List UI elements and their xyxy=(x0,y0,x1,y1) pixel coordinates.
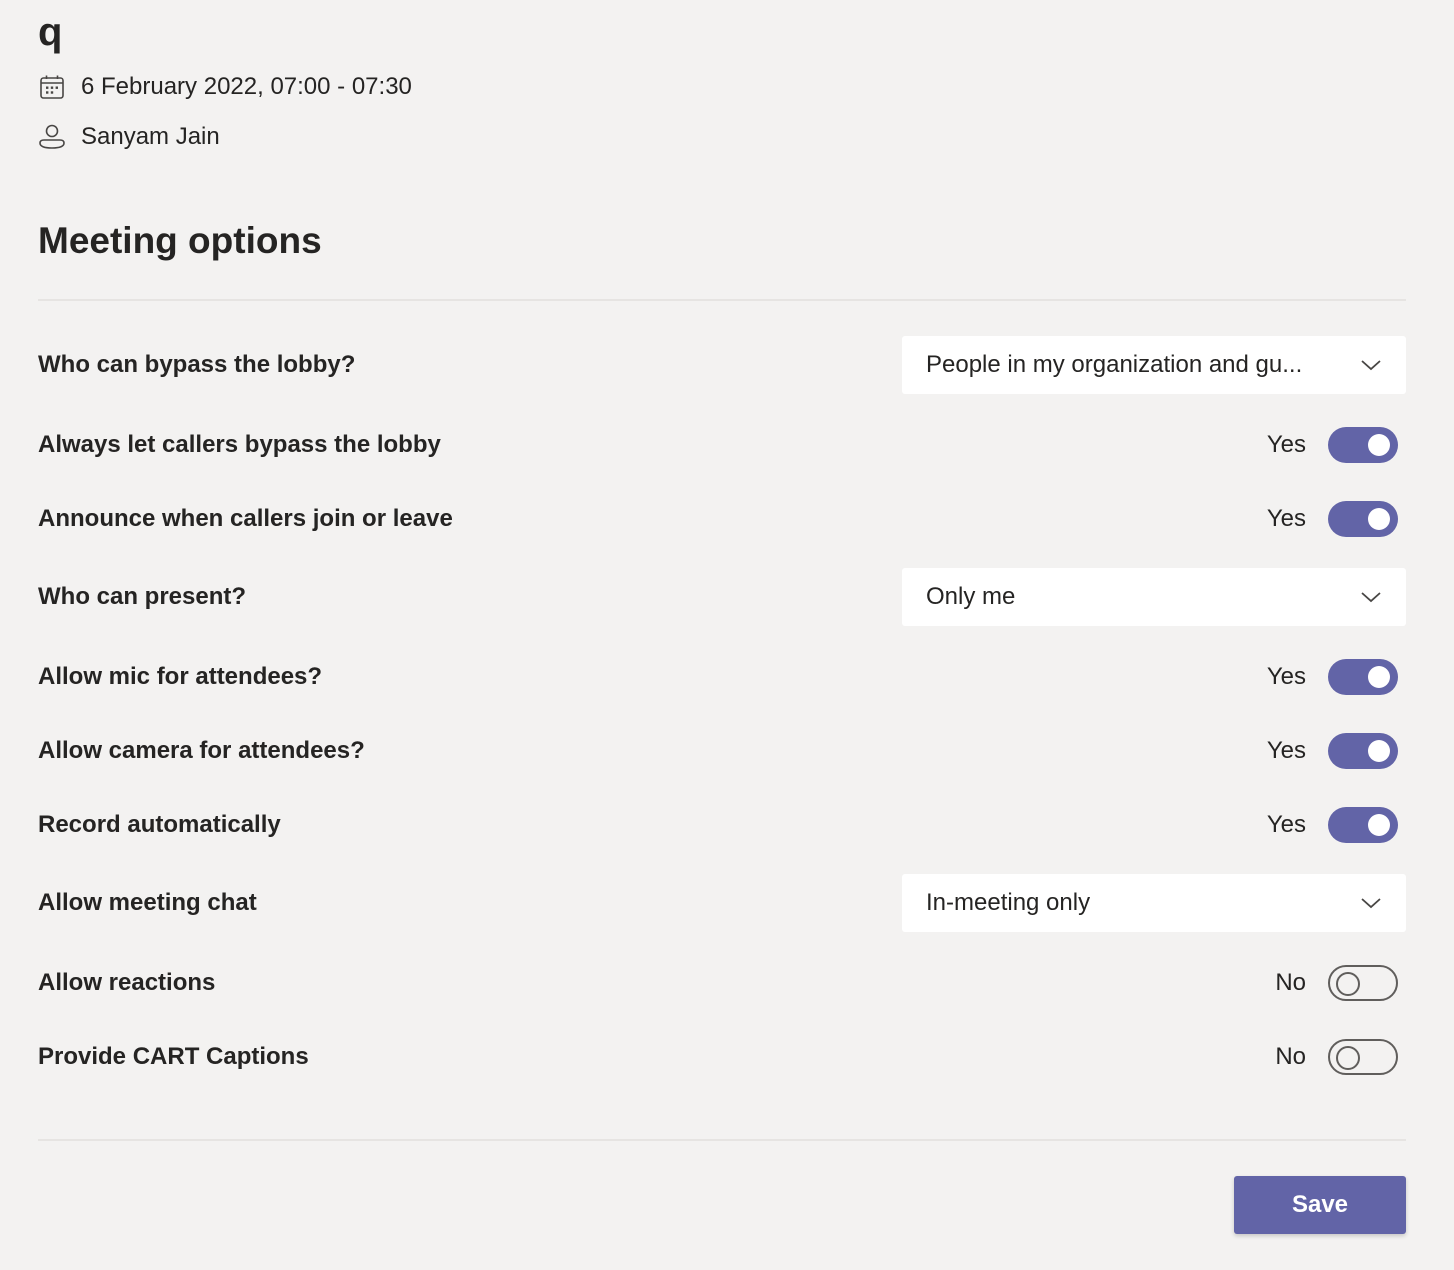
allow-reactions-toggle[interactable] xyxy=(1328,965,1398,1001)
option-label: Record automatically xyxy=(38,811,281,838)
toggle-state-text: Yes xyxy=(1266,505,1306,532)
option-label: Always let callers bypass the lobby xyxy=(38,431,441,458)
option-label: Allow camera for attendees? xyxy=(38,737,365,764)
option-label: Who can present? xyxy=(38,583,247,610)
save-button[interactable]: Save xyxy=(1234,1176,1406,1234)
toggle-state-text: Yes xyxy=(1266,431,1306,458)
divider xyxy=(38,299,1406,301)
meeting-chat-dropdown[interactable]: In-meeting only xyxy=(902,874,1406,932)
option-label: Provide CART Captions xyxy=(38,1043,309,1070)
option-label: Allow mic for attendees? xyxy=(38,663,323,690)
option-row-allow-mic: Allow mic for attendees? Yes xyxy=(38,659,1406,695)
option-label: Allow meeting chat xyxy=(38,889,257,916)
toggle-group: Yes xyxy=(1267,807,1398,843)
calendar-icon xyxy=(38,73,66,101)
chevron-down-icon xyxy=(1360,590,1382,604)
meeting-organizer-text: Sanyam Jain xyxy=(81,123,220,150)
option-label: Announce when callers join or leave xyxy=(38,505,453,532)
toggle-knob xyxy=(1368,508,1390,530)
option-row-callers-bypass: Always let callers bypass the lobby Yes xyxy=(38,427,1406,463)
cart-captions-toggle[interactable] xyxy=(1328,1039,1398,1075)
toggle-state-text: Yes xyxy=(1266,663,1306,690)
chevron-down-icon xyxy=(1360,896,1382,910)
dropdown-value: Only me xyxy=(926,583,1016,610)
divider xyxy=(38,1139,1406,1141)
toggle-group: Yes xyxy=(1267,427,1398,463)
toggle-state-text: Yes xyxy=(1266,737,1306,764)
option-row-meeting-chat: Allow meeting chat In-meeting only xyxy=(38,874,1406,932)
option-row-allow-reactions: Allow reactions No xyxy=(38,965,1406,1001)
toggle-knob xyxy=(1336,972,1360,996)
option-label: Allow reactions xyxy=(38,969,216,996)
dropdown-value: In-meeting only xyxy=(926,889,1091,916)
dropdown-value: People in my organization and gu... xyxy=(926,351,1303,378)
toggle-group: No xyxy=(1275,1039,1398,1075)
option-row-allow-camera: Allow camera for attendees? Yes xyxy=(38,733,1406,769)
meeting-date-row: 6 February 2022, 07:00 - 07:30 xyxy=(38,71,412,103)
allow-mic-toggle[interactable] xyxy=(1328,659,1398,695)
toggle-state-text: Yes xyxy=(1266,811,1306,838)
toggle-knob xyxy=(1368,666,1390,688)
option-row-record-automatically: Record automatically Yes xyxy=(38,807,1406,843)
meeting-options-page: q 6 February 2022, 07:00 - 07:30 Sanyam … xyxy=(0,0,1454,1270)
record-automatically-toggle[interactable] xyxy=(1328,807,1398,843)
section-title: Meeting options xyxy=(38,220,322,261)
who-can-present-dropdown[interactable]: Only me xyxy=(902,568,1406,626)
toggle-state-text: No xyxy=(1275,1043,1306,1070)
toggle-group: No xyxy=(1275,965,1398,1001)
option-row-bypass-lobby: Who can bypass the lobby? People in my o… xyxy=(38,336,1406,394)
option-label: Who can bypass the lobby? xyxy=(38,351,356,378)
meeting-organizer-row: Sanyam Jain xyxy=(38,121,220,153)
meeting-title: q xyxy=(38,10,63,54)
option-row-cart-captions: Provide CART Captions No xyxy=(38,1039,1406,1075)
bypass-lobby-dropdown[interactable]: People in my organization and gu... xyxy=(902,336,1406,394)
allow-camera-toggle[interactable] xyxy=(1328,733,1398,769)
option-row-announce-callers: Announce when callers join or leave Yes xyxy=(38,501,1406,537)
toggle-group: Yes xyxy=(1267,733,1398,769)
toggle-state-text: No xyxy=(1275,969,1306,996)
callers-bypass-toggle[interactable] xyxy=(1328,427,1398,463)
meeting-date-text: 6 February 2022, 07:00 - 07:30 xyxy=(81,73,412,100)
person-icon xyxy=(38,123,66,151)
toggle-group: Yes xyxy=(1267,659,1398,695)
chevron-down-icon xyxy=(1360,358,1382,372)
toggle-knob xyxy=(1368,740,1390,762)
toggle-knob xyxy=(1368,814,1390,836)
option-row-who-can-present: Who can present? Only me xyxy=(38,568,1406,626)
toggle-knob xyxy=(1336,1046,1360,1070)
toggle-knob xyxy=(1368,434,1390,456)
announce-callers-toggle[interactable] xyxy=(1328,501,1398,537)
toggle-group: Yes xyxy=(1267,501,1398,537)
